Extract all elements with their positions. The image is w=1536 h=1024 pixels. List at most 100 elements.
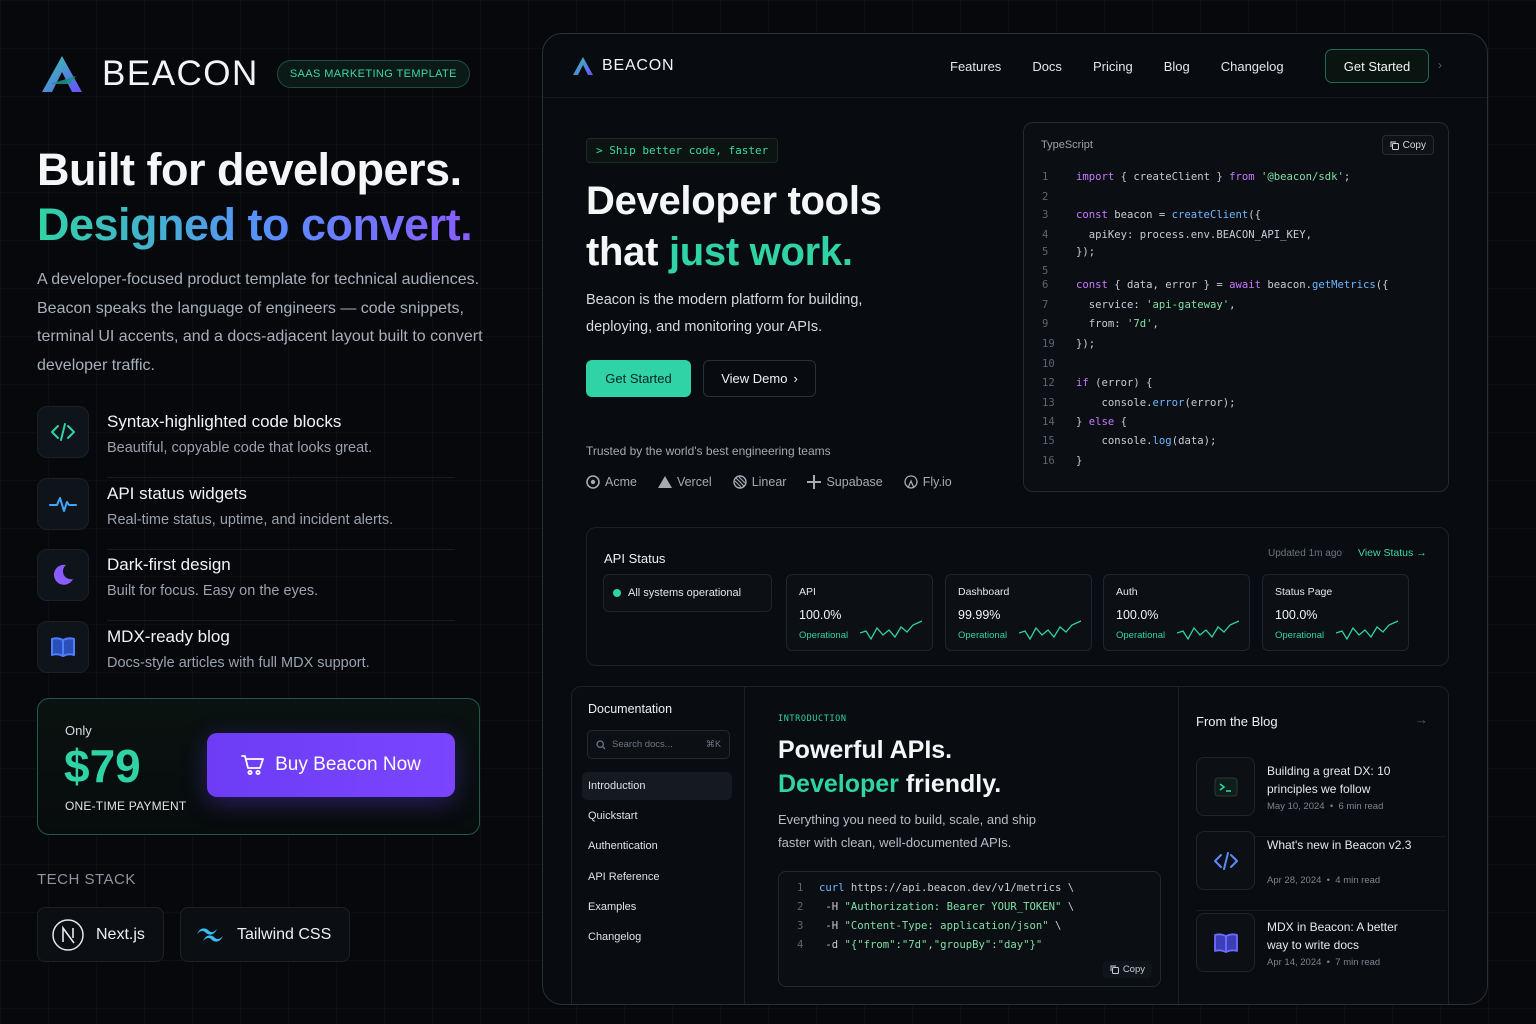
code-icon [37,406,89,458]
blog-post[interactable]: MDX in Beacon: A better way to write doc… [1196,913,1436,983]
logo-acme: Acme [586,475,637,489]
blog-post[interactable]: What's new in Beacon v2.3 Apr 28, 2024 • … [1196,831,1446,911]
copy-icon [1390,141,1399,150]
price-prefix: Only [65,723,92,738]
post-read-time: 6 min read [1338,801,1384,812]
status-card[interactable]: Dashboard 99.99% Operational [945,574,1092,651]
code-line: 9 from: '7d', [1042,318,1159,330]
logo-name: Linear [751,475,787,489]
all-systems-text: All systems operational [628,587,742,599]
post-date: May 10, 2024 [1267,801,1325,812]
line-number: 10 [1042,358,1055,370]
chevron-right-icon[interactable]: › [1438,58,1442,72]
blog-post[interactable]: Building a great DX: 10 principles we fo… [1196,757,1446,837]
feature-title: MDX-ready blog [107,627,230,646]
tech-chip-nextjs: Next.js [37,907,164,962]
brand-name: BEACON [102,54,259,93]
code-line: 1 curl https://api.beacon.dev/v1/metrics … [797,882,1075,894]
nav-get-started-button[interactable]: Get Started [1325,49,1429,83]
tech-stack-label: TECH STACK [37,871,136,888]
nav-link-changelog[interactable]: Changelog [1221,59,1284,74]
view-status-link[interactable]: View Status → [1358,547,1427,559]
docs-nav-item[interactable]: Introduction [582,772,732,800]
book-icon [37,621,89,673]
blog-panel: From the Blog → Building a great DX: 10 … [1178,687,1448,1004]
feature-item: MDX-ready blog Docs-style articles with … [37,621,455,685]
line-number: 16 [1042,455,1055,467]
feature-item: Syntax-highlighted code blocks Beautiful… [37,406,455,478]
book-icon [1196,913,1255,972]
line-number: 4 [1042,229,1049,241]
nav-brand[interactable]: BEACON [572,56,674,76]
docs-search-input[interactable]: Search docs... ⌘K [587,730,730,759]
logo-supabase: Supabase [807,475,883,489]
api-status-widget: API Status Updated 1m ago View Status → … [586,527,1449,666]
acme-icon [586,475,600,489]
line-number: 2 [1042,191,1049,203]
docs-nav-item[interactable]: Changelog [582,923,732,951]
status-card[interactable]: Auth 100.0% Operational [1103,574,1250,651]
feature-desc: Docs-style articles with full MDX suppor… [107,655,370,671]
docs-paragraph: Everything you need to build, scale, and… [778,812,1037,850]
post-title: What's new in Beacon v2.3 [1267,838,1412,852]
supabase-icon [807,475,822,489]
status-dot [613,589,621,597]
nav-link-blog[interactable]: Blog [1164,59,1190,74]
trusted-text: Trusted by the world's best engineering … [586,444,831,458]
docs-title: Powerful APIs. Developer friendly. [778,733,1001,801]
tailwind-icon [197,927,223,942]
docs-nav-item[interactable]: API Reference [582,863,732,891]
copy-button[interactable]: Copy [1102,961,1152,978]
site-preview: BEACON Features Docs Pricing Blog Change… [542,33,1488,1005]
site-hero-title: Developer tools that just work. [586,176,882,278]
status-updated: Updated 1m ago [1268,548,1342,559]
line-number: 5 [1042,246,1049,258]
site-hero-line-1: Developer tools [586,179,882,223]
divider [1196,910,1446,911]
code-icon [1196,831,1255,890]
code-line: 4 -d "{"from":"7d","groupBy":"day"}" [797,939,1043,951]
hero-get-started-button[interactable]: Get Started [586,360,691,397]
line-number: 19 [1042,338,1055,350]
navbar: BEACON Features Docs Pricing Blog Change… [543,34,1487,98]
code-line: 16} [1042,455,1083,467]
line-number: 3 [797,920,804,932]
uptime-sparkline [1019,620,1081,641]
view-demo-button[interactable]: View Demo › [703,360,816,397]
docs-nav-item[interactable]: Quickstart [582,802,732,830]
buy-button[interactable]: Buy Beacon Now [207,733,455,797]
code-line: 14} else { [1042,416,1128,428]
code-line: 5 [1042,265,1076,277]
line-number: 13 [1042,397,1055,409]
nextjs-icon [52,918,84,951]
copy-button[interactable]: Copy [1381,135,1434,155]
line-number: 5 [1042,265,1049,277]
curl-code-block: 1 curl https://api.beacon.dev/v1/metrics … [778,871,1161,987]
line-number: 1 [1042,171,1049,183]
docs-nav-item[interactable]: Examples [582,893,732,921]
brand[interactable]: BEACON SAAS MARKETING TEMPLATE [40,54,470,94]
status-card[interactable]: API 100.0% Operational [786,574,933,651]
feature-item: API status widgets Real-time status, upt… [37,478,455,550]
uptime-sparkline [860,620,922,641]
logo-name: Vercel [676,475,712,489]
site-hero-subtitle: Beacon is the modern platform for buildi… [586,292,863,335]
service-state: Operational [1116,630,1166,641]
post-title: Building a great DX: 10 principles we fo… [1267,764,1391,796]
docs-panel: Documentation Search docs... ⌘K Introduc… [571,686,1449,1004]
docs-nav-item[interactable]: Authentication [582,832,732,860]
status-card[interactable]: Status Page 100.0% Operational [1262,574,1409,651]
feature-desc: Beautiful, copyable code that looks grea… [107,440,373,456]
service-name: Status Page [1275,586,1333,598]
nav-link-features[interactable]: Features [950,59,1001,74]
nav-link-pricing[interactable]: Pricing [1093,59,1133,74]
hero-title: Built for developers. Designed to conver… [37,142,473,252]
docs-heading: Documentation [588,702,673,716]
post-read-time: 4 min read [1335,875,1381,886]
arrow-right-icon[interactable]: → [1415,712,1428,727]
line-number: 4 [797,939,804,951]
buy-button-label: Buy Beacon Now [275,754,421,775]
nav-link-docs[interactable]: Docs [1032,59,1062,74]
blog-heading: From the Blog [1196,714,1278,729]
uptime-percent: 99.99% [958,608,1001,622]
